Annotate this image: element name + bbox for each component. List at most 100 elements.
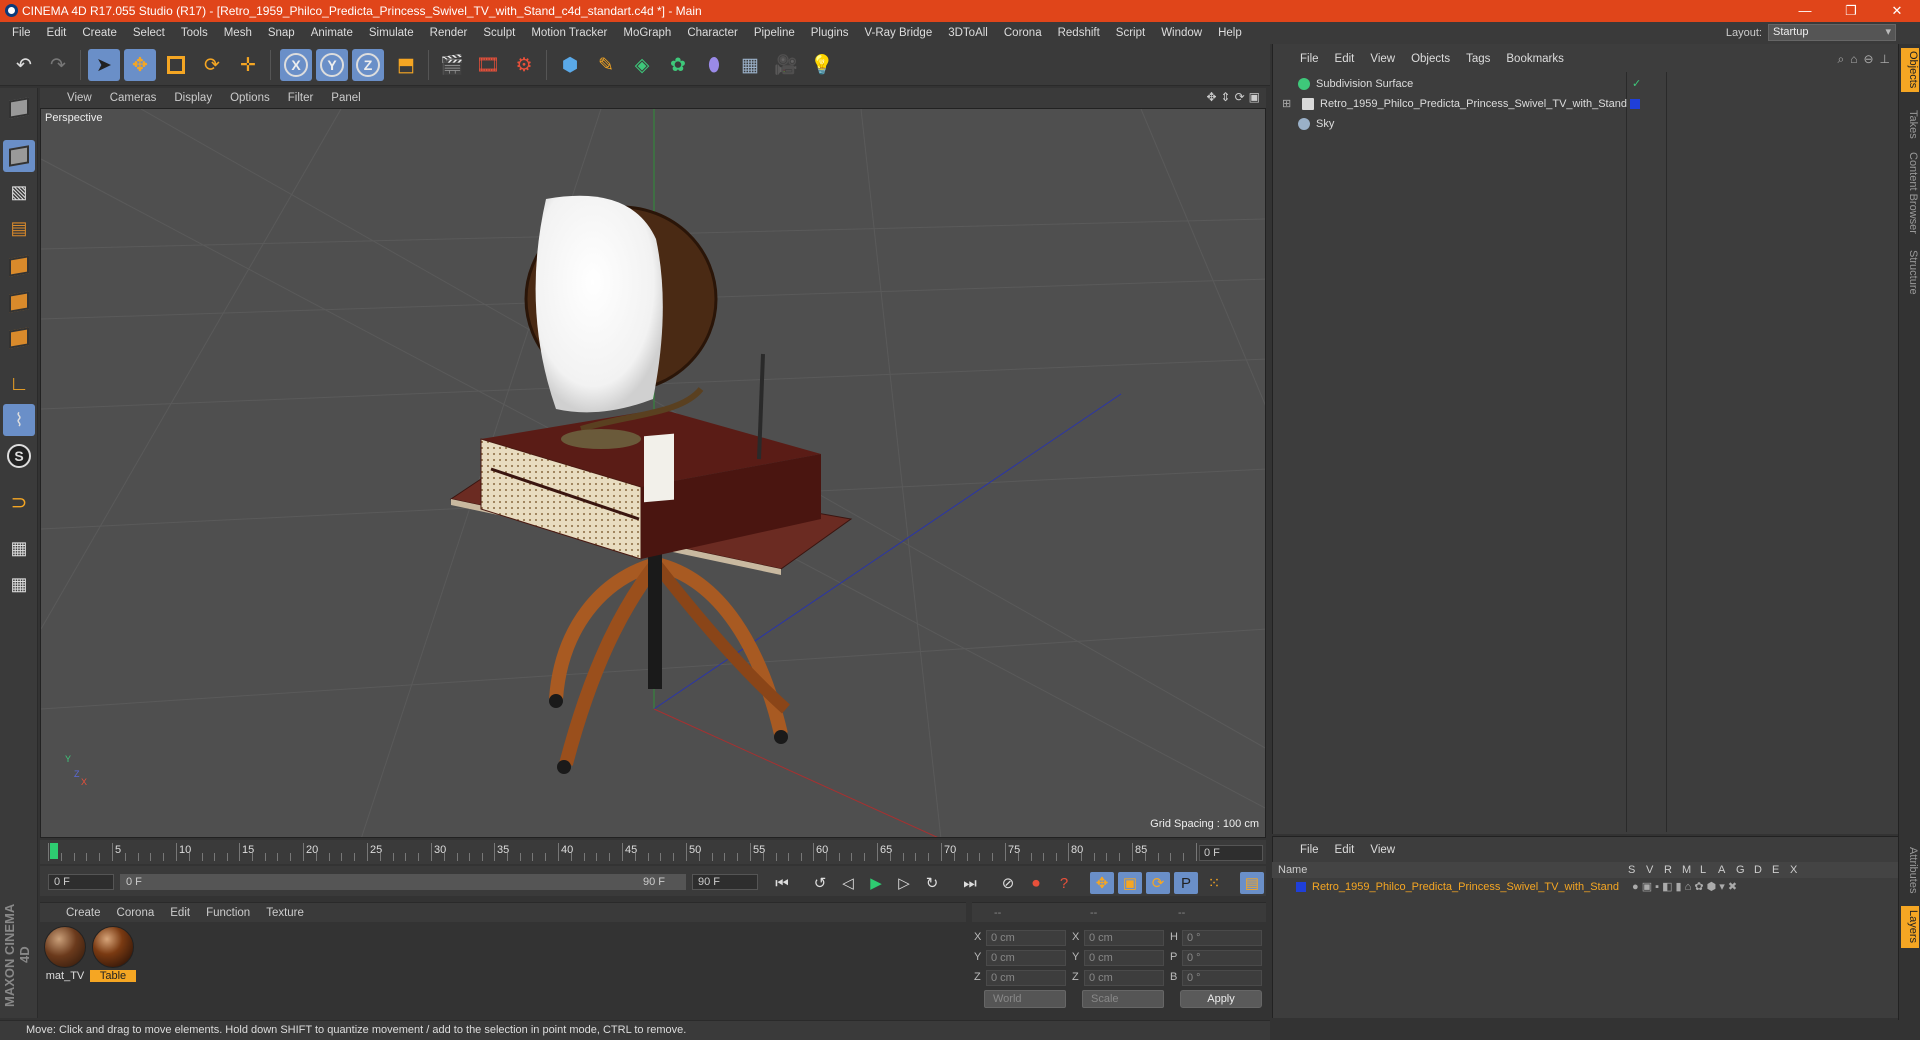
start-frame-field[interactable]: 0 F (48, 874, 114, 890)
layer-menu-file[interactable]: File (1292, 844, 1327, 856)
workplane-lock-icon[interactable]: ▦ (3, 532, 35, 564)
position-x-field[interactable]: 0 cm (986, 930, 1066, 946)
menu-create[interactable]: Create (74, 27, 125, 39)
minimize-button[interactable]: — (1782, 0, 1828, 22)
size-x-field[interactable]: 0 cm (1084, 930, 1164, 946)
object-menu-tags[interactable]: Tags (1458, 53, 1498, 65)
layer-row[interactable]: Retro_1959_Philco_Predicta_Princess_Swiv… (1272, 878, 1898, 896)
polygons-mode-icon[interactable] (3, 322, 35, 354)
key-position-icon[interactable]: ✥ (1090, 872, 1114, 894)
autokey-icon[interactable]: ⏺ (1024, 872, 1048, 894)
rotation-h-field[interactable]: 0 ° (1182, 930, 1262, 946)
texture-mode-icon[interactable]: ▧ (3, 176, 35, 208)
magnet-icon[interactable]: ⊃ (3, 486, 35, 518)
previous-key-icon[interactable]: ↺ (808, 872, 832, 894)
menu-sculpt[interactable]: Sculpt (475, 27, 523, 39)
menu-tools[interactable]: Tools (173, 27, 216, 39)
undo-icon[interactable]: ↶ (8, 49, 40, 81)
next-key-icon[interactable]: ↻ (920, 872, 944, 894)
coordinate-mode-dropdown[interactable]: Scale (1082, 990, 1164, 1008)
home-icon[interactable]: ⌂ (1850, 52, 1857, 67)
menu-pipeline[interactable]: Pipeline (746, 27, 803, 39)
redo-icon[interactable]: ↷ (42, 49, 74, 81)
model-mode-icon[interactable] (3, 140, 35, 172)
menu-render[interactable]: Render (422, 27, 476, 39)
rotation-p-field[interactable]: 0 ° (1182, 950, 1262, 966)
material-swatch-table[interactable]: Table (90, 926, 136, 982)
viewport-menu-panel[interactable]: Panel (322, 92, 369, 104)
points-mode-icon[interactable] (3, 250, 35, 282)
layer-menu-edit[interactable]: Edit (1327, 844, 1363, 856)
object-menu-file[interactable]: File (1292, 53, 1327, 65)
coordinate-system-icon[interactable]: ⬒ (390, 49, 422, 81)
z-axis-icon[interactable]: Z (352, 49, 384, 81)
menu-animate[interactable]: Animate (303, 27, 361, 39)
viewport-menu-filter[interactable]: Filter (279, 92, 323, 104)
tab-takes[interactable]: Takes (1901, 104, 1919, 144)
viewport-pan-icon[interactable]: ✥ (1206, 90, 1216, 104)
material-menu-function[interactable]: Function (198, 907, 258, 919)
go-to-end-icon[interactable]: ⏭ (958, 872, 982, 894)
viewport-menu-display[interactable]: Display (165, 92, 221, 104)
object-row-subdivision-surface[interactable]: Subdivision Surface ✓ (1272, 74, 1898, 94)
viewport-maximize-icon[interactable]: ▣ (1249, 90, 1260, 104)
menu-select[interactable]: Select (125, 27, 173, 39)
size-y-field[interactable]: 0 cm (1084, 950, 1164, 966)
perspective-viewport[interactable]: Perspective Grid Spacing : 100 cm Y Z X (40, 108, 1266, 838)
menu-redshift[interactable]: Redshift (1050, 27, 1108, 39)
scale-icon[interactable] (160, 49, 192, 81)
enabled-check-icon[interactable]: ✓ (1632, 74, 1641, 94)
viewport-menu-options[interactable]: Options (221, 92, 279, 104)
menu-script[interactable]: Script (1108, 27, 1153, 39)
keyframe-selection-icon[interactable]: ? (1052, 872, 1076, 894)
material-menu-texture[interactable]: Texture (258, 907, 312, 919)
menu-character[interactable]: Character (679, 27, 746, 39)
tweak-mode-icon[interactable]: ⌇ (3, 404, 35, 436)
viewport-menu-cameras[interactable]: Cameras (101, 92, 166, 104)
subdivision-icon[interactable]: ◈ (626, 49, 658, 81)
restore-button[interactable]: ❐ (1828, 0, 1874, 22)
position-z-field[interactable]: 0 cm (986, 970, 1066, 986)
snap-s-icon[interactable]: S (3, 440, 35, 472)
frame-range-slider[interactable]: 0 F 90 F (120, 874, 686, 890)
light-icon[interactable]: 💡 (806, 49, 838, 81)
viewport-rotate-icon[interactable]: ⟳ (1235, 90, 1245, 104)
viewport-zoom-icon[interactable]: ⇕ (1221, 90, 1231, 104)
object-menu-view[interactable]: View (1362, 53, 1403, 65)
position-y-field[interactable]: 0 cm (986, 950, 1066, 966)
render-settings-icon[interactable]: ⚙ (508, 49, 540, 81)
layer-color-tag[interactable] (1630, 99, 1640, 109)
next-frame-icon[interactable]: ▷ (892, 872, 916, 894)
workplane-icon[interactable]: ▤ (3, 212, 35, 244)
play-icon[interactable]: ▶ (864, 872, 888, 894)
cube-icon[interactable]: ⬢ (554, 49, 586, 81)
object-menu-edit[interactable]: Edit (1327, 53, 1363, 65)
link-icon[interactable]: ⊖ (1863, 52, 1873, 67)
tab-attributes[interactable]: Attributes (1901, 840, 1919, 900)
close-button[interactable]: ✕ (1874, 0, 1920, 22)
layer-color-swatch[interactable] (1296, 882, 1306, 892)
layout-dropdown[interactable]: Startup (1768, 24, 1896, 41)
apply-button[interactable]: Apply (1180, 990, 1262, 1008)
material-menu-create[interactable]: Create (58, 907, 109, 919)
material-menu-edit[interactable]: Edit (162, 907, 198, 919)
object-row-sky[interactable]: Sky (1272, 114, 1898, 134)
rotation-b-field[interactable]: 0 ° (1182, 970, 1262, 986)
current-frame-field[interactable]: 0 F (1199, 845, 1263, 861)
edges-mode-icon[interactable] (3, 286, 35, 318)
record-key-icon[interactable]: ⊘ (996, 872, 1020, 894)
select-arrow-icon[interactable]: ➤ (88, 49, 120, 81)
menu-vray-bridge[interactable]: V-Ray Bridge (856, 27, 940, 39)
end-frame-field[interactable]: 90 F (692, 874, 758, 890)
make-editable-icon[interactable] (3, 92, 35, 124)
live-select-icon[interactable]: ✛ (232, 49, 264, 81)
key-parameter-icon[interactable]: P (1174, 872, 1198, 894)
menu-3dtoall[interactable]: 3DToAll (940, 27, 996, 39)
solo-icon[interactable]: ▦ (3, 568, 35, 600)
menu-simulate[interactable]: Simulate (361, 27, 422, 39)
material-menu-corona[interactable]: Corona (109, 907, 163, 919)
key-scale-icon[interactable]: ▣ (1118, 872, 1142, 894)
axis-mode-icon[interactable]: ∟ (3, 368, 35, 400)
camera-icon[interactable]: 🎥 (770, 49, 802, 81)
move-icon[interactable]: ✥ (124, 49, 156, 81)
